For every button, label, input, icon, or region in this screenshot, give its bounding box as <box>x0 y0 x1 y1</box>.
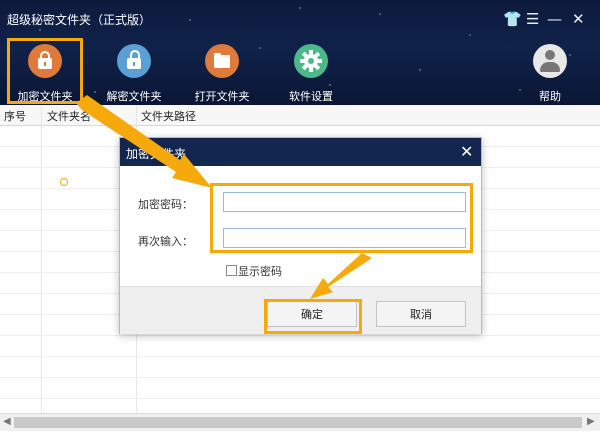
user-help-icon <box>533 44 567 78</box>
title-bar: 超级秘密文件夹（正式版） 👕 ☰ — ✕ 加密文件夹 解密文件夹 打开文件夹 软… <box>0 0 600 105</box>
show-password-label[interactable]: 显示密码 <box>238 263 282 279</box>
open-folder-button[interactable]: 打开文件夹 <box>192 44 252 104</box>
gear-icon <box>294 44 328 78</box>
decrypt-folder-button[interactable]: 解密文件夹 <box>104 44 164 104</box>
column-index[interactable]: 序号 <box>4 108 26 124</box>
highlight-password-fields <box>210 183 473 253</box>
row-divider <box>0 377 600 378</box>
row-divider <box>0 356 600 357</box>
highlight-encrypt-button <box>7 38 83 104</box>
column-divider <box>41 105 42 413</box>
settings-label: 软件设置 <box>289 90 333 103</box>
open-folder-label: 打开文件夹 <box>194 90 250 103</box>
password-label: 加密密码： <box>138 198 193 211</box>
settings-button[interactable]: 软件设置 <box>281 44 341 104</box>
unlock-icon <box>117 44 151 78</box>
minimize-icon[interactable]: — <box>547 10 562 28</box>
folder-icon <box>205 44 239 78</box>
dialog-title-bar: 加密文件夹 ✕ <box>120 138 481 166</box>
column-folder-name[interactable]: 文件夹名 <box>47 108 91 124</box>
scroll-thumb[interactable] <box>14 417 582 428</box>
scroll-left-icon[interactable]: ◀ <box>3 416 11 427</box>
dialog-close-icon[interactable]: ✕ <box>460 142 473 161</box>
close-icon[interactable]: ✕ <box>572 10 585 28</box>
help-button[interactable]: 帮助 <box>520 44 580 104</box>
help-label: 帮助 <box>539 90 561 103</box>
table-header: 序号 文件夹名 文件夹路径 <box>0 105 600 126</box>
decrypt-folder-label: 解密文件夹 <box>106 90 162 103</box>
skin-icon[interactable]: 👕 <box>503 10 522 28</box>
dialog-title: 加密文件夹 <box>126 147 187 161</box>
confirm-password-label: 再次输入： <box>138 235 193 248</box>
row-divider <box>0 398 600 399</box>
scroll-right-icon[interactable]: ▶ <box>587 416 595 427</box>
cursor-marker <box>60 178 68 186</box>
cancel-button[interactable]: 取消 <box>376 301 466 327</box>
menu-icon[interactable]: ☰ <box>526 10 539 28</box>
highlight-ok-button <box>264 299 362 334</box>
column-folder-path[interactable]: 文件夹路径 <box>141 108 196 124</box>
show-password-checkbox[interactable] <box>226 265 237 276</box>
horizontal-scrollbar[interactable]: ◀ ▶ <box>0 413 600 431</box>
window-title: 超级秘密文件夹（正式版） <box>7 13 152 27</box>
row-divider <box>0 335 600 336</box>
